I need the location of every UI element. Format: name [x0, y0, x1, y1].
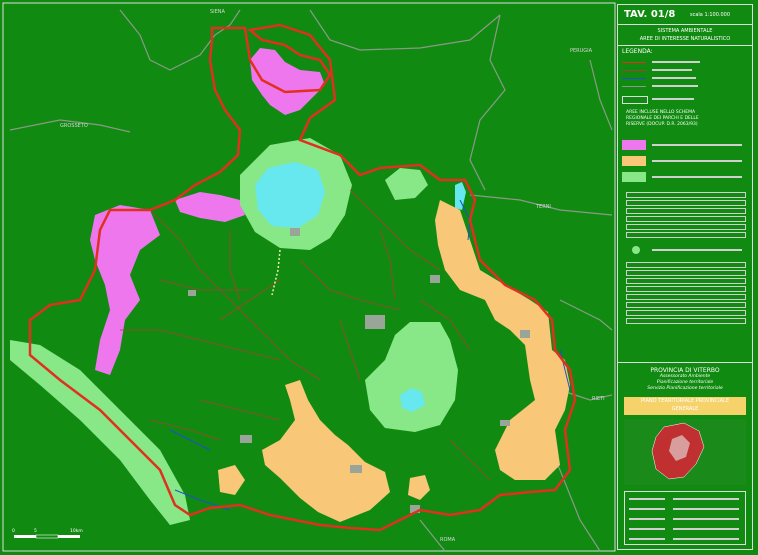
legend-title: LEGENDA:	[622, 48, 653, 55]
label-rieti: RIETI	[592, 396, 605, 402]
legend-text-bar	[652, 249, 742, 251]
legend-dot-sample	[632, 246, 640, 254]
info-text-bar	[629, 508, 665, 510]
aree-line-3: RISERVE (DOCUP. D.R. 2063/93)	[626, 122, 698, 127]
label-terni: TERNI	[535, 204, 551, 210]
info-text-bar	[629, 528, 665, 530]
subtitle-line-1: SISTEMA AMBIENTALE	[657, 28, 713, 34]
scale-text: scala 1:100.000	[690, 12, 731, 18]
legend-box-row	[626, 278, 746, 284]
piano-title-box: PIANO TERRITORIALE PROVINCIALE GENERALE	[624, 397, 746, 415]
scale-label-5: 5	[34, 528, 37, 534]
provincia-title: PROVINCIA DI VITERBO	[650, 367, 720, 374]
info-text-bar	[673, 528, 739, 530]
piano-line-1: PIANO TERRITORIALE PROVINCIALE	[640, 398, 729, 404]
label-perugia: PERUGIA	[570, 48, 593, 54]
legend-box-sample	[622, 96, 648, 104]
legend-box-row	[626, 302, 746, 308]
legend-text-bar	[652, 85, 698, 87]
scale-label-10: 10km	[70, 528, 83, 534]
piano-line-2: GENERALE	[671, 406, 699, 412]
panel-subtitle: SISTEMA AMBIENTALE AREE DI INTERESSE NAT…	[618, 25, 752, 46]
legend-text-bar	[652, 160, 742, 162]
legend-swatch-lightgreen	[622, 172, 646, 182]
info-text-bar	[629, 538, 665, 540]
info-text-bar	[629, 498, 665, 500]
legend-swatch-pink	[622, 140, 646, 150]
legend-line-brown	[622, 70, 646, 71]
info-table	[624, 491, 746, 545]
legend-box-row	[626, 294, 746, 300]
subtitle-line-2: AREE DI INTERESSE NATURALISTICO	[639, 36, 731, 42]
legend-text-bar	[652, 69, 692, 71]
legend-line-grey	[622, 86, 646, 87]
legend-text-bar	[652, 144, 742, 146]
legend-box-row	[626, 200, 746, 206]
info-text-bar	[673, 498, 739, 500]
info-text-bar	[673, 518, 739, 520]
legend-text-bar	[652, 98, 694, 100]
provincia-sub-3: Servizio Pianificazione territoriale	[647, 386, 723, 391]
legend-box-row	[626, 270, 746, 276]
legend-line-blue	[622, 78, 646, 79]
inset-map-svg	[651, 422, 705, 480]
legend-box-row	[626, 286, 746, 292]
info-text-bar	[629, 518, 665, 520]
legend-box-row	[626, 192, 746, 198]
legend-box-row	[626, 318, 746, 324]
tav-number: TAV. 01/8	[624, 9, 676, 20]
legend-text-bar	[652, 176, 742, 178]
legend-box-row	[626, 262, 746, 268]
aree-description: AREE INCLUSE NELLO SCHEMA REGIONALE DEI …	[626, 110, 750, 128]
legend-box-row	[626, 310, 746, 316]
info-text-bar	[673, 538, 739, 540]
legend-line-red	[622, 62, 646, 63]
legend-box-row	[626, 208, 746, 214]
label-siena: SIENA	[210, 9, 226, 15]
legend-box-row	[626, 224, 746, 230]
provincia-block: PROVINCIA DI VITERBO Assessorato Ambient…	[617, 362, 753, 550]
label-roma: ROMA	[440, 537, 456, 543]
scale-label-0: 0	[12, 528, 15, 534]
info-text-bar	[673, 508, 739, 510]
legend-box-row	[626, 232, 746, 238]
legend-swatch-orange	[622, 156, 646, 166]
panel-header: TAV. 01/8 scala 1:100.000	[618, 5, 752, 25]
legend-box-row	[626, 216, 746, 222]
inset-map	[624, 419, 746, 485]
legend-body: LEGENDA: AREE INCLUSE NELLO SCHEMA REGIO…	[618, 46, 752, 362]
label-grosseto: GROSSETO	[60, 123, 88, 129]
legend-text-bar	[652, 77, 696, 79]
legend-text-bar	[652, 61, 700, 63]
